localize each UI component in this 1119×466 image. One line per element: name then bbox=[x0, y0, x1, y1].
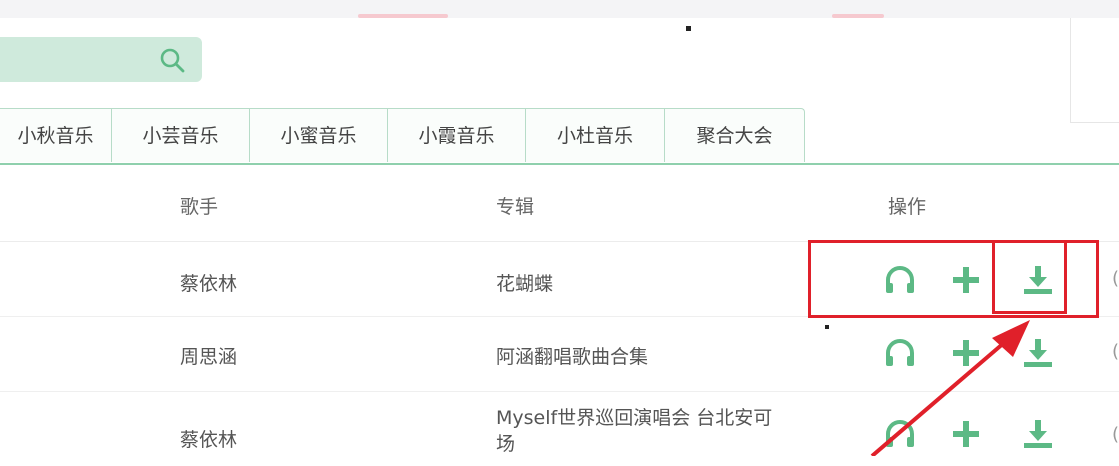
tab-juhe[interactable]: 聚合大会 bbox=[665, 108, 805, 162]
top-bar-decoration bbox=[832, 14, 884, 18]
singer-cell: 周思涵 bbox=[180, 346, 238, 368]
plus-icon[interactable] bbox=[948, 416, 984, 452]
dust-speck bbox=[825, 325, 829, 329]
album-cell: 花蝴蝶 bbox=[496, 273, 554, 295]
tab-underline bbox=[0, 163, 1119, 165]
row-edge-text: ( bbox=[1112, 424, 1119, 445]
tab-xiaomi[interactable]: 小蜜音乐 bbox=[250, 108, 388, 162]
tab-xiaodu[interactable]: 小杜音乐 bbox=[526, 108, 665, 162]
tab-xiaoqiu[interactable]: 小秋音乐 bbox=[0, 108, 112, 162]
search-box bbox=[0, 37, 202, 82]
download-icon[interactable] bbox=[1020, 335, 1056, 371]
row-edge-text: ( bbox=[1112, 268, 1119, 289]
singer-cell: 蔡依林 bbox=[180, 429, 238, 451]
tab-xiaoyun[interactable]: 小芸音乐 bbox=[112, 108, 250, 162]
headphones-icon[interactable] bbox=[882, 416, 918, 452]
top-bar bbox=[0, 0, 1119, 18]
singer-cell: 蔡依林 bbox=[180, 273, 238, 295]
search-input[interactable] bbox=[0, 37, 160, 82]
header-ops: 操作 bbox=[888, 196, 927, 218]
tab-xiaoxia[interactable]: 小霞音乐 bbox=[388, 108, 526, 162]
source-tabs: 小秋音乐 小芸音乐 小蜜音乐 小霞音乐 小杜音乐 聚合大会 bbox=[0, 108, 805, 164]
side-panel bbox=[1070, 18, 1119, 123]
plus-icon[interactable] bbox=[948, 262, 984, 298]
headphones-icon[interactable] bbox=[882, 335, 918, 371]
album-cell: 阿涵翻唱歌曲合集 bbox=[496, 346, 649, 368]
search-icon[interactable] bbox=[158, 46, 186, 74]
album-cell: Myself世界巡回演唱会 台北安可 bbox=[496, 407, 773, 429]
album-cell-continuation: 场 bbox=[496, 433, 516, 455]
header-album: 专辑 bbox=[496, 196, 535, 218]
download-icon[interactable] bbox=[1020, 416, 1056, 452]
table-row: 周思涵 阿涵翻唱歌曲合集 ( bbox=[0, 317, 1119, 392]
row-edge-text: ( bbox=[1112, 341, 1119, 362]
top-bar-decoration bbox=[358, 14, 448, 18]
dust-speck bbox=[686, 26, 691, 31]
plus-icon[interactable] bbox=[948, 335, 984, 371]
download-icon[interactable] bbox=[1020, 262, 1056, 298]
table-row: 蔡依林 Myself世界巡回演唱会 台北安可 场 ( bbox=[0, 392, 1119, 466]
header-singer: 歌手 bbox=[180, 196, 219, 218]
table-header: 歌手 专辑 操作 bbox=[0, 168, 1119, 242]
headphones-icon[interactable] bbox=[882, 262, 918, 298]
table-row: 蔡依林 花蝴蝶 ( bbox=[0, 242, 1119, 317]
